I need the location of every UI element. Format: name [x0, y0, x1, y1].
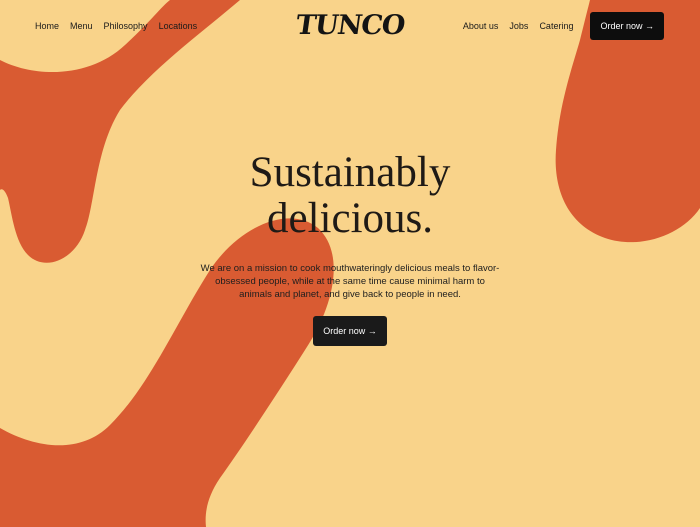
hero-title-line-2: delicious. — [267, 195, 433, 242]
hero-description: We are on a mission to cook mouthwaterin… — [200, 263, 500, 300]
nav-order-now-button[interactable]: Order now → — [590, 12, 664, 40]
nav-link-locations[interactable]: Locations — [159, 20, 198, 32]
nav-right-group: About us Jobs Catering Order now → — [463, 12, 664, 40]
nav-link-home[interactable]: Home — [35, 20, 59, 32]
nav-link-about-us[interactable]: About us — [463, 20, 499, 32]
hero-section: Sustainably delicious. We are on a missi… — [0, 150, 700, 346]
nav-link-jobs[interactable]: Jobs — [509, 20, 528, 32]
nav-left-group: Home Menu Philosophy Locations — [35, 20, 197, 32]
hero-title-line-1: Sustainably — [249, 149, 451, 196]
nav-link-menu[interactable]: Menu — [70, 20, 93, 32]
hero-order-now-button[interactable]: Order now → — [313, 316, 387, 346]
nav-link-catering[interactable]: Catering — [539, 20, 573, 32]
hero-title: Sustainably delicious. — [0, 150, 700, 242]
nav-link-philosophy[interactable]: Philosophy — [104, 20, 148, 32]
top-navigation: Home Menu Philosophy Locations TUNCO Abo… — [0, 0, 700, 52]
brand-logo[interactable]: TUNCO — [294, 10, 407, 42]
